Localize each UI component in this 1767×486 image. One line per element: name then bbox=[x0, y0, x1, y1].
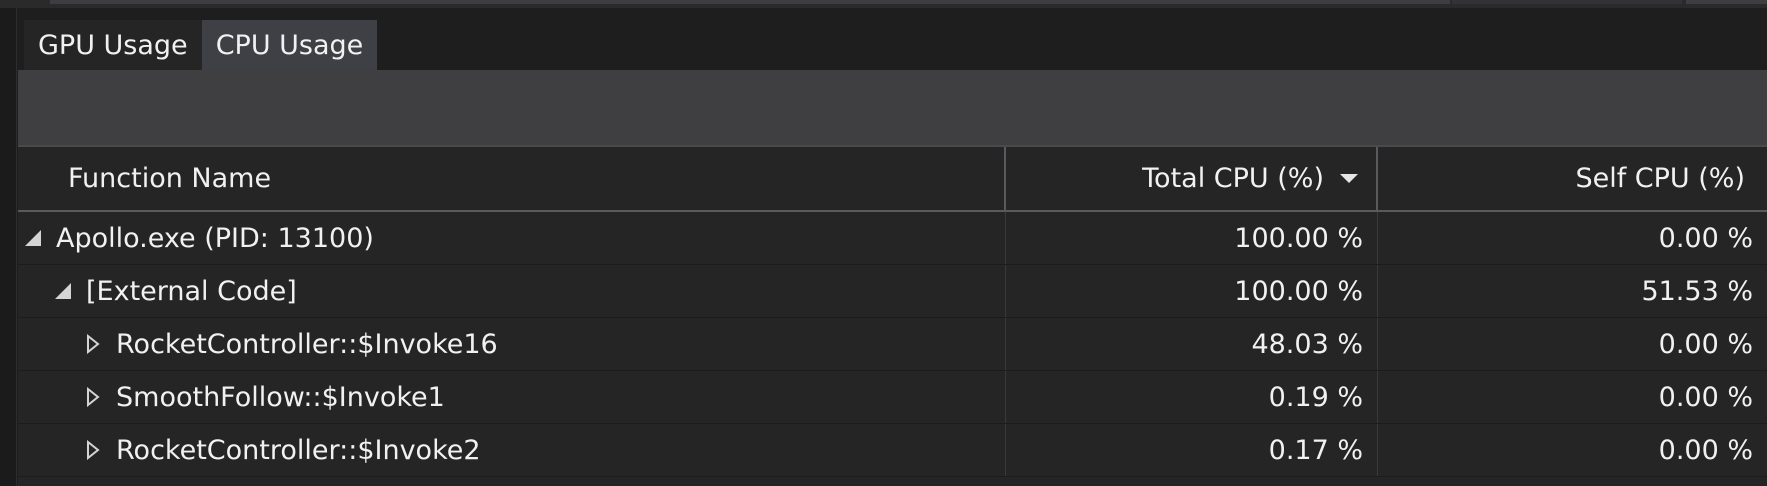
tab-label: CPU Usage bbox=[215, 29, 364, 61]
function-name-cell: RocketController::$Invoke16 bbox=[18, 318, 1006, 370]
expanded-triangle-icon[interactable] bbox=[22, 227, 44, 249]
self-cpu-cell: 0.00 % bbox=[1658, 222, 1753, 254]
table-row[interactable]: [External Code] 100.00 % 51.53 % bbox=[18, 265, 1767, 318]
self-cpu-cell: 0.00 % bbox=[1658, 328, 1753, 360]
window-top-strip bbox=[0, 0, 1767, 8]
column-header-label: Self CPU (%) bbox=[1575, 163, 1745, 194]
total-cpu-cell: 48.03 % bbox=[1006, 318, 1378, 370]
self-cpu-cell: 0.00 % bbox=[1658, 381, 1753, 413]
function-name-cell: RocketController::$Invoke2 bbox=[18, 424, 1006, 476]
left-gutter bbox=[0, 8, 17, 486]
total-cpu-cell: 100.00 % bbox=[1006, 265, 1378, 317]
total-cpu-cell: 0.17 % bbox=[1006, 424, 1378, 476]
cpu-usage-table: Function Name Total CPU (%) Self CPU (%)… bbox=[18, 145, 1767, 486]
top-strip-segment bbox=[1452, 0, 1682, 4]
function-name: RocketController::$Invoke2 bbox=[116, 434, 481, 466]
collapsed-triangle-icon[interactable] bbox=[82, 386, 104, 408]
tab-strip: GPU Usage CPU Usage bbox=[24, 20, 378, 70]
expanded-triangle-icon[interactable] bbox=[52, 280, 74, 302]
table-row[interactable]: RocketController::$Invoke2 0.17 % 0.00 % bbox=[18, 424, 1767, 477]
table-row[interactable]: RocketController::$Invoke16 48.03 % 0.00… bbox=[18, 318, 1767, 371]
sort-descending-icon bbox=[1340, 174, 1358, 183]
table-row[interactable]: Apollo.exe (PID: 13100) 100.00 % 0.00 % bbox=[18, 212, 1767, 265]
total-cpu-cell: 100.00 % bbox=[1006, 212, 1378, 264]
table-row[interactable]: SmoothFollow::$Invoke1 0.19 % 0.00 % bbox=[18, 371, 1767, 424]
function-name-cell: SmoothFollow::$Invoke1 bbox=[18, 371, 1006, 423]
table-header: Function Name Total CPU (%) Self CPU (%) bbox=[18, 147, 1767, 212]
function-name: RocketController::$Invoke16 bbox=[116, 328, 498, 360]
function-name: [External Code] bbox=[86, 275, 297, 307]
column-header-label: Function Name bbox=[68, 163, 272, 194]
collapsed-triangle-icon[interactable] bbox=[82, 439, 104, 461]
total-cpu-cell: 0.19 % bbox=[1006, 371, 1378, 423]
tab-label: GPU Usage bbox=[38, 29, 188, 61]
column-header-label: Total CPU (%) bbox=[1142, 163, 1324, 194]
tab-cpu-usage[interactable]: CPU Usage bbox=[201, 20, 378, 70]
column-header-self-cpu[interactable]: Self CPU (%) bbox=[1378, 147, 1767, 210]
function-name: Apollo.exe (PID: 13100) bbox=[56, 222, 374, 254]
profiler-window: GPU Usage CPU Usage Function Name Total … bbox=[0, 0, 1767, 486]
self-cpu-cell: 51.53 % bbox=[1641, 275, 1753, 307]
tab-gpu-usage[interactable]: GPU Usage bbox=[24, 20, 202, 70]
top-strip-segment bbox=[1686, 0, 1767, 4]
toolbar-band bbox=[18, 70, 1767, 145]
function-name-cell: [External Code] bbox=[18, 265, 1006, 317]
function-name: SmoothFollow::$Invoke1 bbox=[116, 381, 445, 413]
function-name-cell: Apollo.exe (PID: 13100) bbox=[18, 212, 1006, 264]
self-cpu-cell: 0.00 % bbox=[1658, 434, 1753, 466]
column-header-total-cpu[interactable]: Total CPU (%) bbox=[1006, 147, 1378, 210]
collapsed-triangle-icon[interactable] bbox=[82, 333, 104, 355]
column-header-function-name[interactable]: Function Name bbox=[18, 147, 1006, 210]
table-row-partial bbox=[18, 477, 1767, 486]
top-strip-segment bbox=[50, 0, 1450, 4]
